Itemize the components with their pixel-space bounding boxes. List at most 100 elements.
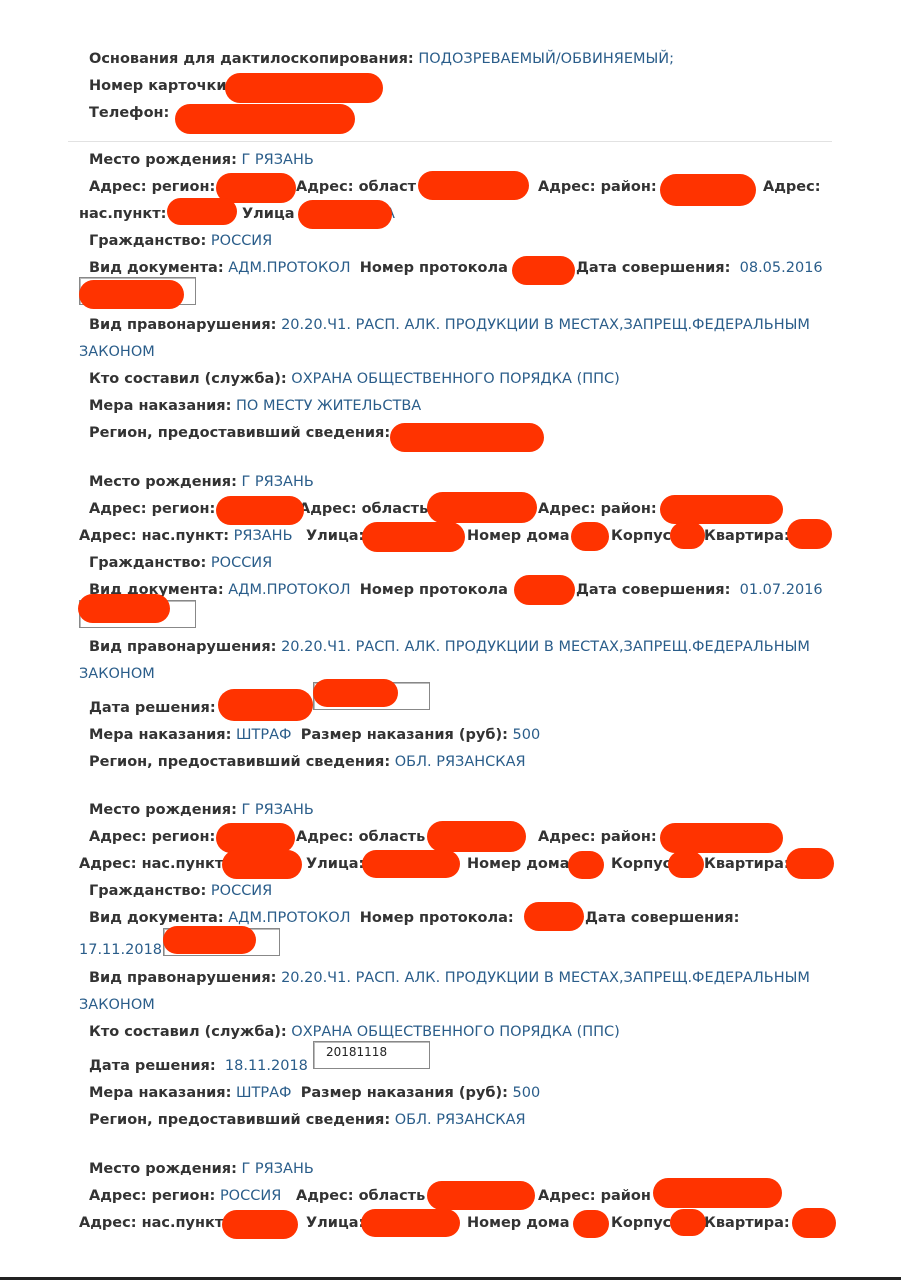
oblast-label-line: Адрес: област [296, 178, 416, 196]
doc-type-label: Вид документа: [89, 910, 224, 926]
region-label: Адрес: регион: [89, 829, 216, 845]
citizenship-row: Гражданство: РОССИЯ [89, 882, 272, 900]
redaction-mark [175, 104, 355, 134]
citizenship-label: Гражданство: [89, 233, 207, 249]
date-label: Дата совершения: [585, 910, 740, 926]
region-info-label: Регион, предоставивший сведения: [89, 425, 391, 441]
offense-value: 20.20.Ч1. РАСП. АЛК. ПРОДУКЦИИ В МЕСТАХ,… [281, 317, 810, 333]
redaction-mark [418, 171, 529, 200]
offense-row-cont: ЗАКОНОМ [79, 343, 155, 361]
compiled-by-label: Кто составил (служба): [89, 1024, 287, 1040]
date-label: Дата совершения: [576, 260, 731, 276]
street-label: Улица [242, 206, 295, 222]
region-info-label: Регион, предоставивший сведения: [89, 754, 391, 770]
region-info-label: Регион, предоставивший сведения: [89, 1112, 391, 1128]
offense-row-cont: ЗАКОНОМ [79, 665, 155, 683]
building-label: Корпус [611, 1215, 672, 1231]
redaction-mark [660, 174, 756, 206]
redaction-mark [571, 522, 609, 551]
house-label-line: Номер дома [467, 527, 570, 545]
settlement-row: Адрес: нас.пункт [79, 855, 223, 873]
birthplace-value: Г РЯЗАНЬ [241, 802, 314, 818]
redaction-mark [787, 519, 832, 549]
redaction-mark [512, 256, 575, 285]
street-label-line: Улица [242, 205, 295, 223]
penalty-row: Мера наказания: ШТРАФ Размер наказания (… [89, 1084, 540, 1102]
basis-row: Основания для дактилоскопирования: ПОДОЗ… [89, 50, 674, 68]
oblast-label: Адрес: област [296, 179, 417, 195]
house-label: Номер дома [467, 1215, 570, 1231]
district-label: Адрес: район: [538, 179, 657, 195]
compiled-by-value: ОХРАНА ОБЩЕСТВЕННОГО ПОРЯДКА (ППС) [291, 1024, 620, 1040]
penalty-row: Мера наказания: ПО МЕСТУ ЖИТЕЛЬСТВА [89, 397, 421, 415]
redaction-mark [786, 848, 834, 879]
birthplace-value: Г РЯЗАНЬ [241, 474, 314, 490]
region-info-row: Регион, предоставивший сведения: ОБЛ. РЯ… [89, 1111, 526, 1129]
street-label-line: Улица: [306, 1214, 364, 1232]
district-label-line: Адрес: район [538, 1187, 651, 1205]
redaction-mark [167, 198, 237, 225]
region-info-value: ОБЛ. РЯЗАНСКАЯ [394, 1112, 526, 1128]
document-row: Вид документа: АДМ.ПРОТОКОЛ Номер проток… [89, 909, 514, 927]
redaction-mark [670, 522, 705, 549]
redaction-mark [79, 280, 184, 309]
protocol-label: Номер протокола [359, 260, 508, 276]
redaction-mark [216, 823, 295, 853]
fine-label: Размер наказания (руб): [300, 727, 508, 743]
oblast-label: Адрес: область [299, 501, 429, 517]
apartment-label-line: Квартира: [704, 1214, 790, 1232]
offense-row: Вид правонарушения: 20.20.Ч1. РАСП. АЛК.… [89, 638, 810, 656]
region-label-line: Адрес: регион: [89, 828, 215, 846]
offense-label: Вид правонарушения: [89, 639, 277, 655]
document-row: Вид документа: АДМ.ПРОТОКОЛ Номер проток… [89, 259, 508, 277]
date-label: Дата совершения: [576, 582, 731, 598]
redaction-mark [660, 495, 783, 524]
date-value: 08.05.2016 [739, 260, 823, 276]
oblast-label-line: Адрес: область [296, 828, 425, 846]
citizenship-label: Гражданство: [89, 555, 207, 571]
citizenship-row: Гражданство: РОССИЯ [89, 232, 272, 250]
apartment-label: Квартира: [704, 528, 790, 544]
offense-value-cont: ЗАКОНОМ [79, 997, 155, 1013]
oblast-label: Адрес: область [296, 829, 426, 845]
settlement-label-a: Адрес: [763, 179, 821, 195]
redaction-mark [225, 73, 383, 103]
decision-date-row: Дата решения: 18.11.2018 [89, 1057, 308, 1075]
building-label: Корпус [611, 856, 672, 872]
penalty-value: ШТРАФ [236, 727, 292, 743]
redaction-mark [792, 1208, 836, 1238]
offense-value-cont: ЗАКОНОМ [79, 666, 155, 682]
apartment-label-line: Квартира: [704, 855, 790, 873]
decision-date-box[interactable]: 20181118 [313, 1041, 430, 1069]
penalty-label: Мера наказания: [89, 727, 232, 743]
penalty-label: Мера наказания: [89, 1085, 232, 1101]
oblast-label: Адрес: область [296, 1188, 426, 1204]
redaction-mark [362, 850, 460, 878]
region-label: Адрес: регион: [89, 501, 216, 517]
birthplace-label: Место рождения: [89, 474, 237, 490]
compiled-by-row: Кто составил (служба): ОХРАНА ОБЩЕСТВЕНН… [89, 1023, 620, 1041]
region-info-row: Регион, предоставивший сведения: [89, 424, 390, 442]
doc-type-value: АДМ.ПРОТОКОЛ [228, 260, 351, 276]
offense-label: Вид правонарушения: [89, 317, 277, 333]
redaction-mark [163, 926, 256, 954]
redaction-mark [573, 1210, 609, 1238]
basis-value: ПОДОЗРЕВАЕМЫЙ/ОБВИНЯЕМЫЙ; [418, 51, 675, 67]
apartment-label: Квартира: [704, 1215, 790, 1231]
settlement-label: Адрес: нас.пункт [79, 1215, 224, 1231]
compiled-by-row: Кто составил (служба): ОХРАНА ОБЩЕСТВЕНН… [89, 370, 620, 388]
settlement-label: Адрес: нас.пункт [79, 856, 224, 872]
fine-label: Размер наказания (руб): [300, 1085, 508, 1101]
offense-label: Вид правонарушения: [89, 970, 277, 986]
settlement-label-a-line: Адрес: [763, 178, 821, 196]
phone-row: Телефон: [89, 104, 169, 122]
oblast-label-line: Адрес: область [299, 500, 428, 518]
decision-date-label: Дата решения: [89, 700, 216, 716]
street-label: Улица: [306, 1215, 365, 1231]
district-label-line: Адрес: район: [538, 500, 657, 518]
basis-label: Основания для дактилоскопирования: [89, 51, 414, 67]
card-number-row: Номер карточки [89, 77, 227, 95]
date-value: 01.07.2016 [739, 582, 823, 598]
region-label-line: Адрес: регион: [89, 500, 215, 518]
building-label-line: Корпус [611, 527, 671, 545]
